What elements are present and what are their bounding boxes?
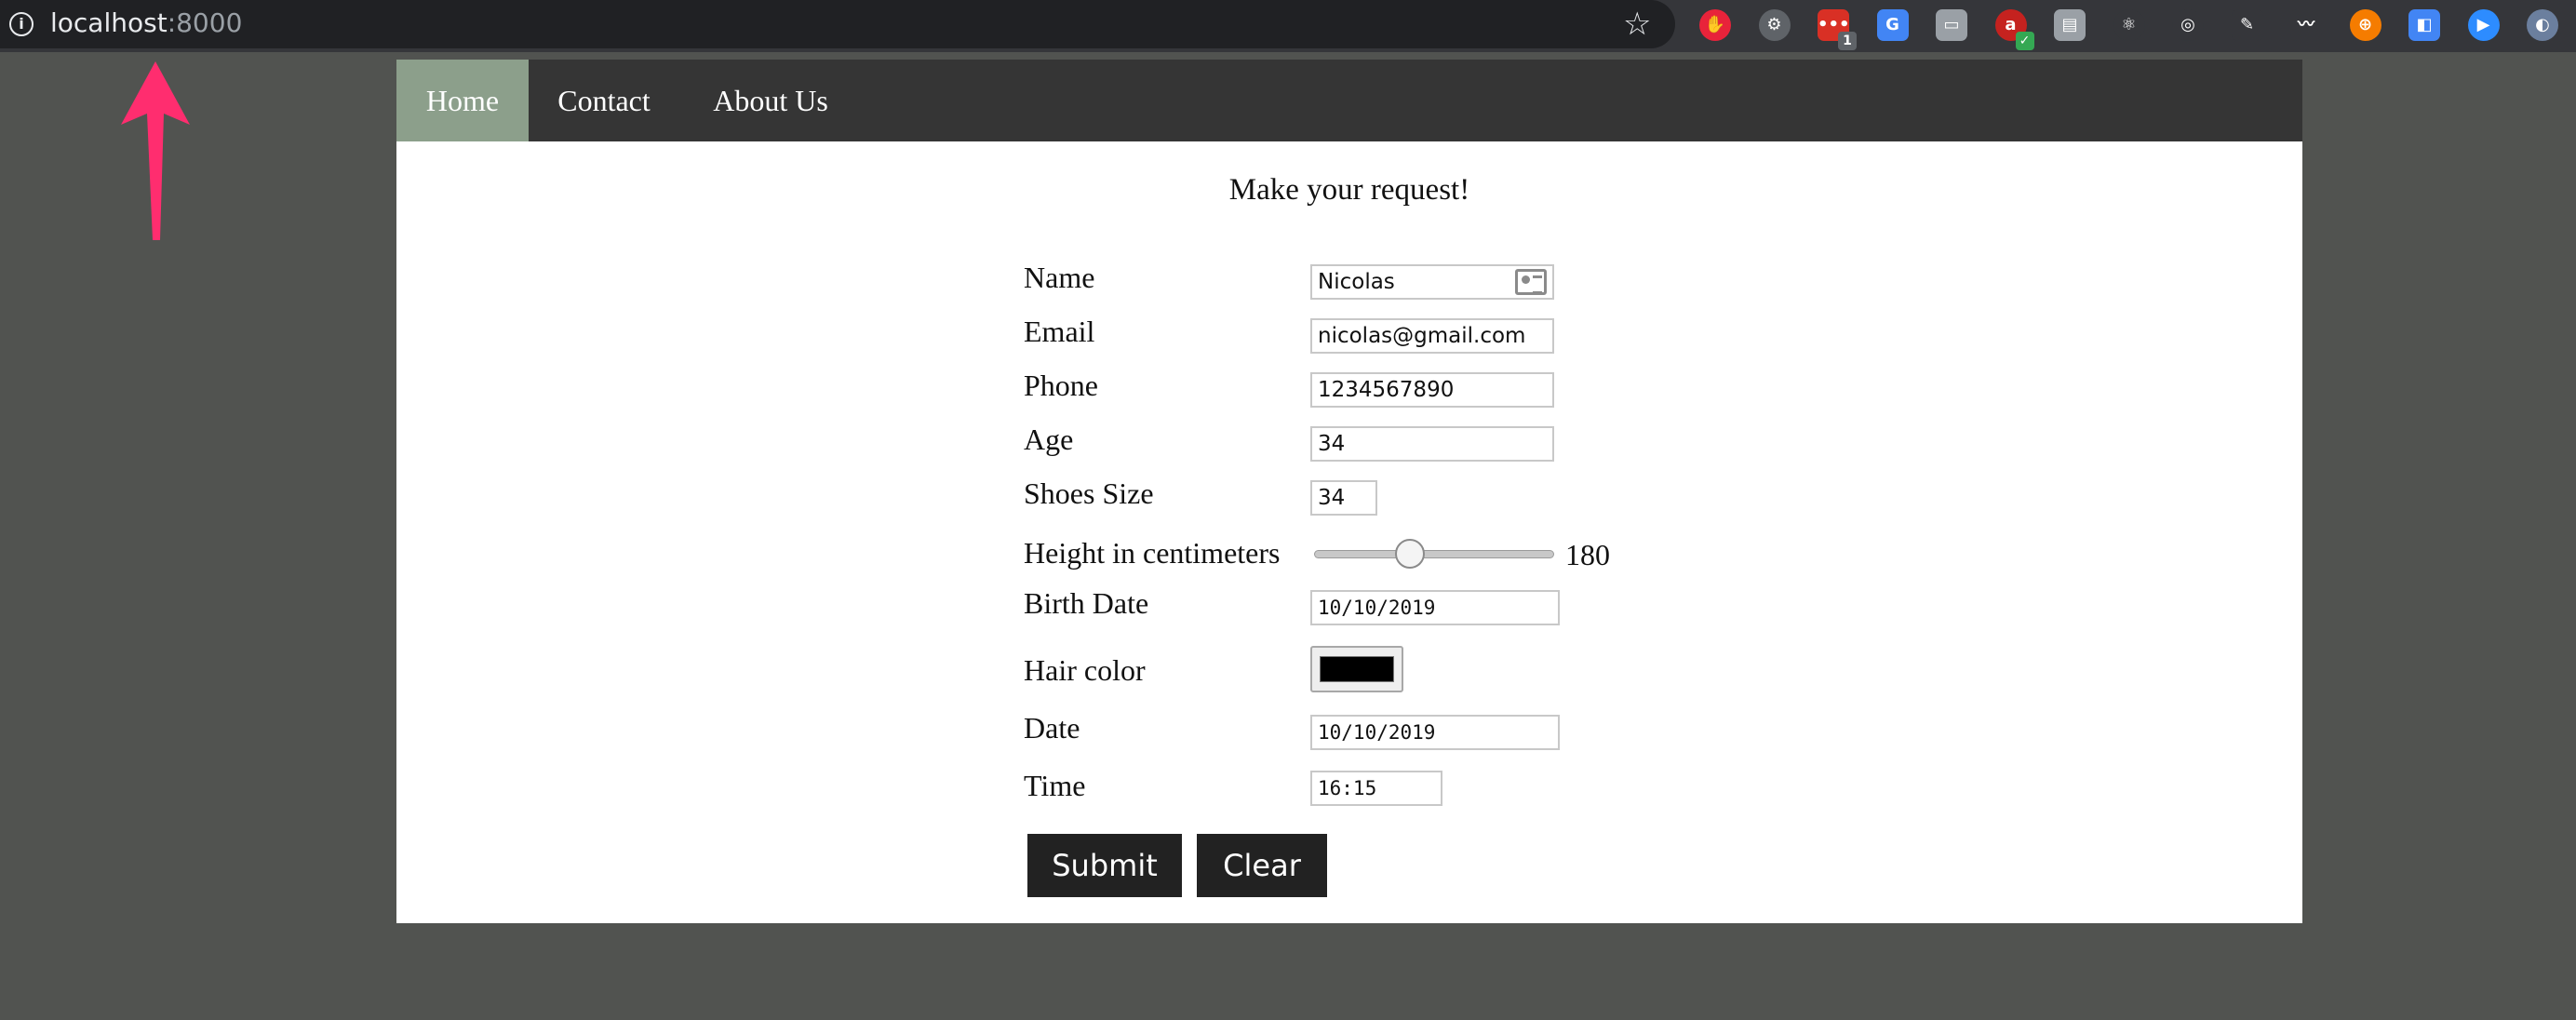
bookmark-star-icon[interactable]: ☆ [1623,6,1651,43]
hair-color-picker[interactable] [1310,646,1403,692]
address-bar[interactable]: i localhost:8000 ☆ [0,0,1675,48]
bluetooth-window-icon[interactable]: ◧ [2408,9,2440,41]
submit-button[interactable]: Submit [1027,834,1182,897]
height-label: Height in centimeters [1024,536,1281,570]
email-label: Email [1024,315,1095,348]
nav-home[interactable]: Home [396,60,529,141]
nav-about-us[interactable]: About Us [679,60,862,141]
form-heading: Make your request! [1228,173,1470,207]
shoes-size-input[interactable]: 34 [1310,480,1377,516]
phone-label: Phone [1024,369,1098,402]
birth-date-input[interactable]: 10/10/2019 [1310,590,1560,625]
wave-icon[interactable]: 〰 [2290,9,2322,41]
url-text[interactable]: localhost:8000 [50,7,242,38]
navbar: Home Contact About Us [396,60,2302,141]
target-icon[interactable]: ◎ [2172,9,2204,41]
extension-badge: 1 [1838,32,1857,50]
phone-input[interactable]: 1234567890 [1310,372,1554,408]
briefcase-icon[interactable]: ▤ [2054,9,2086,41]
hair-color-swatch [1320,656,1394,682]
window-icon[interactable]: ▭ [1936,9,1967,41]
autofill-contact-icon[interactable] [1515,269,1547,295]
age-label: Age [1024,423,1074,456]
shoes-size-label: Shoes Size [1024,476,1154,510]
extension-badge: ✓ [2015,32,2034,50]
page-content: Home Contact About Us Make your request!… [396,60,2302,923]
name-value: Nicolas [1318,270,1395,294]
profile-icon[interactable]: ◐ [2527,9,2558,41]
adblock-icon[interactable]: ✋ [1699,9,1731,41]
url-host: localhost [50,7,168,38]
name-label: Name [1024,261,1095,294]
zoom-video-icon[interactable]: ▶ [2467,9,2500,41]
birth-date-label: Birth Date [1024,586,1149,620]
site-info-icon[interactable]: i [9,12,34,36]
height-value: 180 [1565,538,1610,571]
react-devtools-icon[interactable]: ⚛ [2113,9,2145,41]
google-translate-icon[interactable]: G [1876,9,1909,41]
height-slider-track[interactable] [1314,550,1554,558]
date-label: Date [1024,711,1080,745]
lifebuoy-icon[interactable]: ⊕ [2349,9,2381,41]
url-port: :8000 [167,7,243,38]
date-input[interactable]: 10/10/2019 [1310,715,1560,750]
nav-contact[interactable]: Contact [529,60,679,141]
age-input[interactable]: 34 [1310,426,1554,462]
browser-toolbar: i localhost:8000 ☆ ✋ ⚙ ••• 1 G ▭ a ✓ ▤ ⚛ ◎ ✎ 〰 ⊕ ◧ ▶ ◐ [0,0,2576,52]
time-label: Time [1024,769,1086,802]
name-input[interactable]: Nicolas [1310,264,1554,300]
hair-color-label: Hair color [1024,653,1146,687]
extension-dots-icon[interactable]: ••• 1 [1818,9,1857,50]
feather-icon[interactable]: ✎ [2231,9,2263,41]
grammar-check-icon[interactable]: a ✓ [1994,9,2034,50]
settings-gear-icon[interactable]: ⚙ [1758,9,1791,41]
annotation-arrow-icon [121,61,190,240]
clear-button[interactable]: Clear [1197,834,1327,897]
time-input[interactable]: 16:15 [1310,771,1442,806]
height-slider-thumb[interactable] [1395,539,1426,569]
email-input[interactable]: nicolas@gmail.com [1310,318,1554,354]
